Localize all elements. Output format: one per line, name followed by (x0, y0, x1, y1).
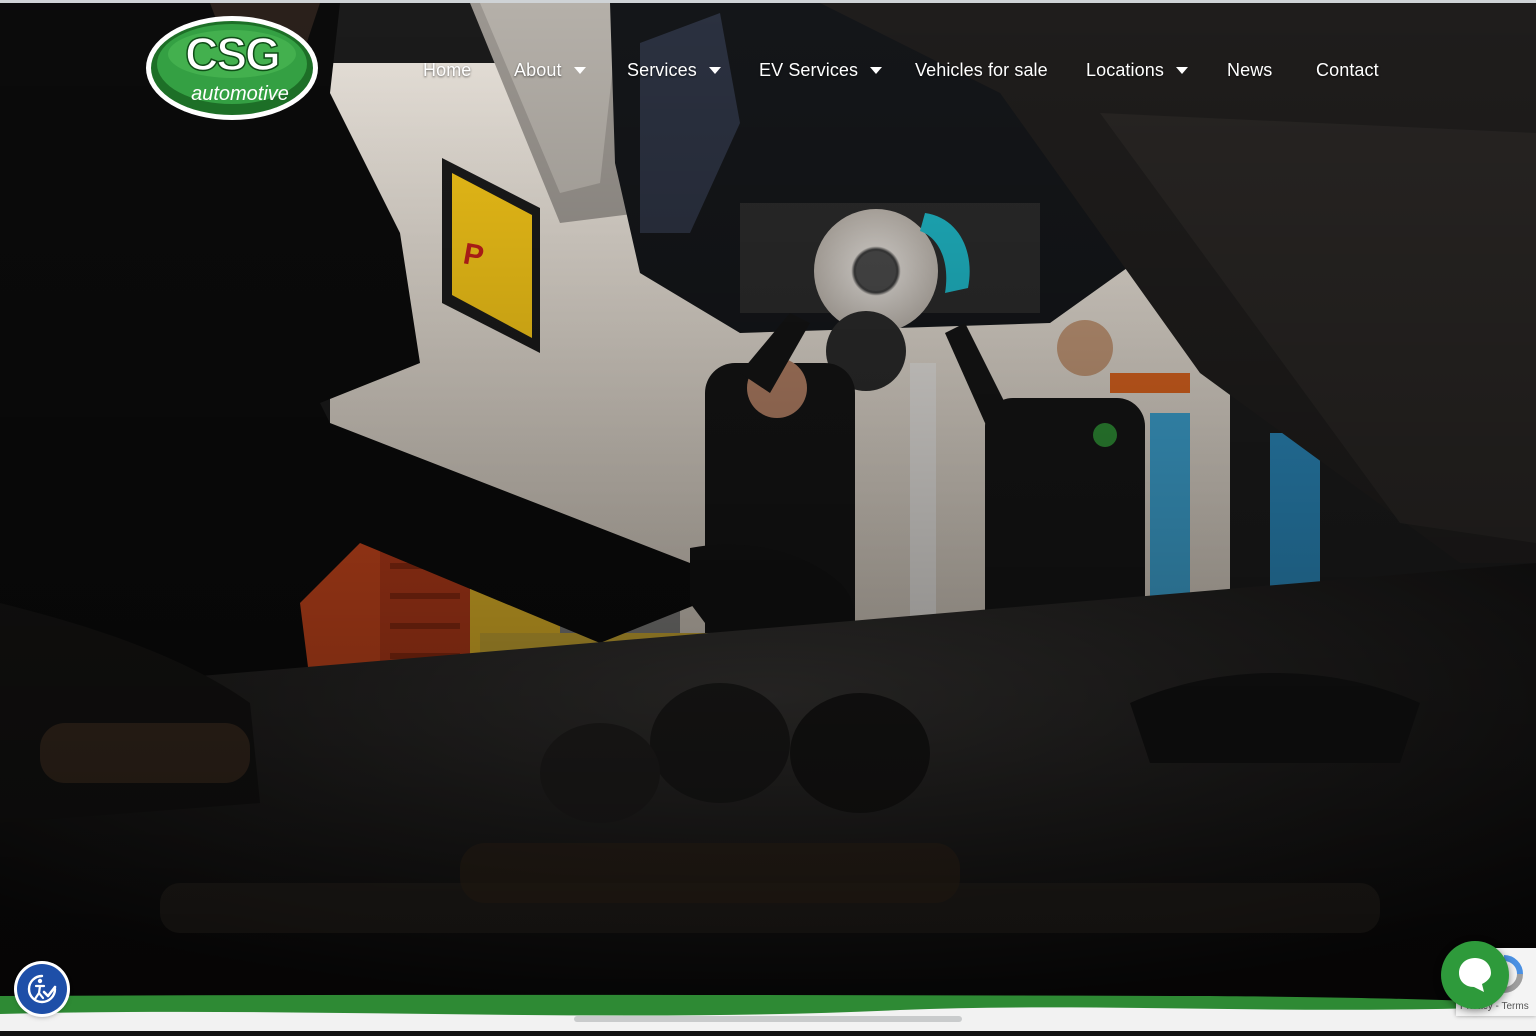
nav-item-services[interactable]: Services (627, 56, 721, 86)
nav-item-contact[interactable]: Contact (1316, 56, 1379, 86)
nav-item-news[interactable]: News (1227, 56, 1272, 86)
workshop-scene-illustration: P (0, 3, 1536, 1003)
site-header: CSG automotive Home About Services EV Se… (0, 0, 1536, 140)
caret-down-icon (870, 67, 883, 74)
nav-item-label: Vehicles for sale (915, 60, 1048, 80)
nav-item-locations[interactable]: Locations (1086, 56, 1188, 86)
nav-item-label: Home (423, 60, 472, 80)
accessibility-button[interactable] (17, 964, 67, 1014)
nav-item-label: Services (627, 60, 697, 80)
chat-bubble-icon (1459, 958, 1491, 992)
nav-item-label: Locations (1086, 60, 1164, 80)
logo-graphic: CSG automotive (146, 16, 318, 120)
csg-automotive-logo[interactable]: CSG automotive (144, 14, 320, 122)
accessibility-checkmark-icon (27, 974, 57, 1004)
caret-down-icon (708, 67, 721, 74)
nav-item-label: EV Services (759, 60, 859, 80)
nav-item-label: News (1227, 60, 1273, 80)
nav-item-about[interactable]: About (514, 56, 586, 86)
caret-down-icon (573, 67, 586, 74)
hero-video-background: P (0, 3, 1536, 1003)
logo-sub-text: automotive (191, 83, 289, 105)
nav-item-label: About (514, 60, 562, 80)
logo-main-text: CSG (185, 28, 279, 80)
nav-item-ev-services[interactable]: EV Services (759, 56, 883, 86)
nav-item-home[interactable]: Home (423, 56, 471, 86)
nav-item-vehicles-for-sale[interactable]: Vehicles for sale (915, 56, 1048, 86)
caret-down-icon (1175, 67, 1188, 74)
hero-bottom-divider (0, 980, 1536, 1031)
top-border (0, 0, 1536, 3)
chat-button[interactable] (1441, 941, 1509, 1009)
scroll-indicator[interactable] (574, 1016, 962, 1022)
nav-item-label: Contact (1316, 60, 1379, 80)
